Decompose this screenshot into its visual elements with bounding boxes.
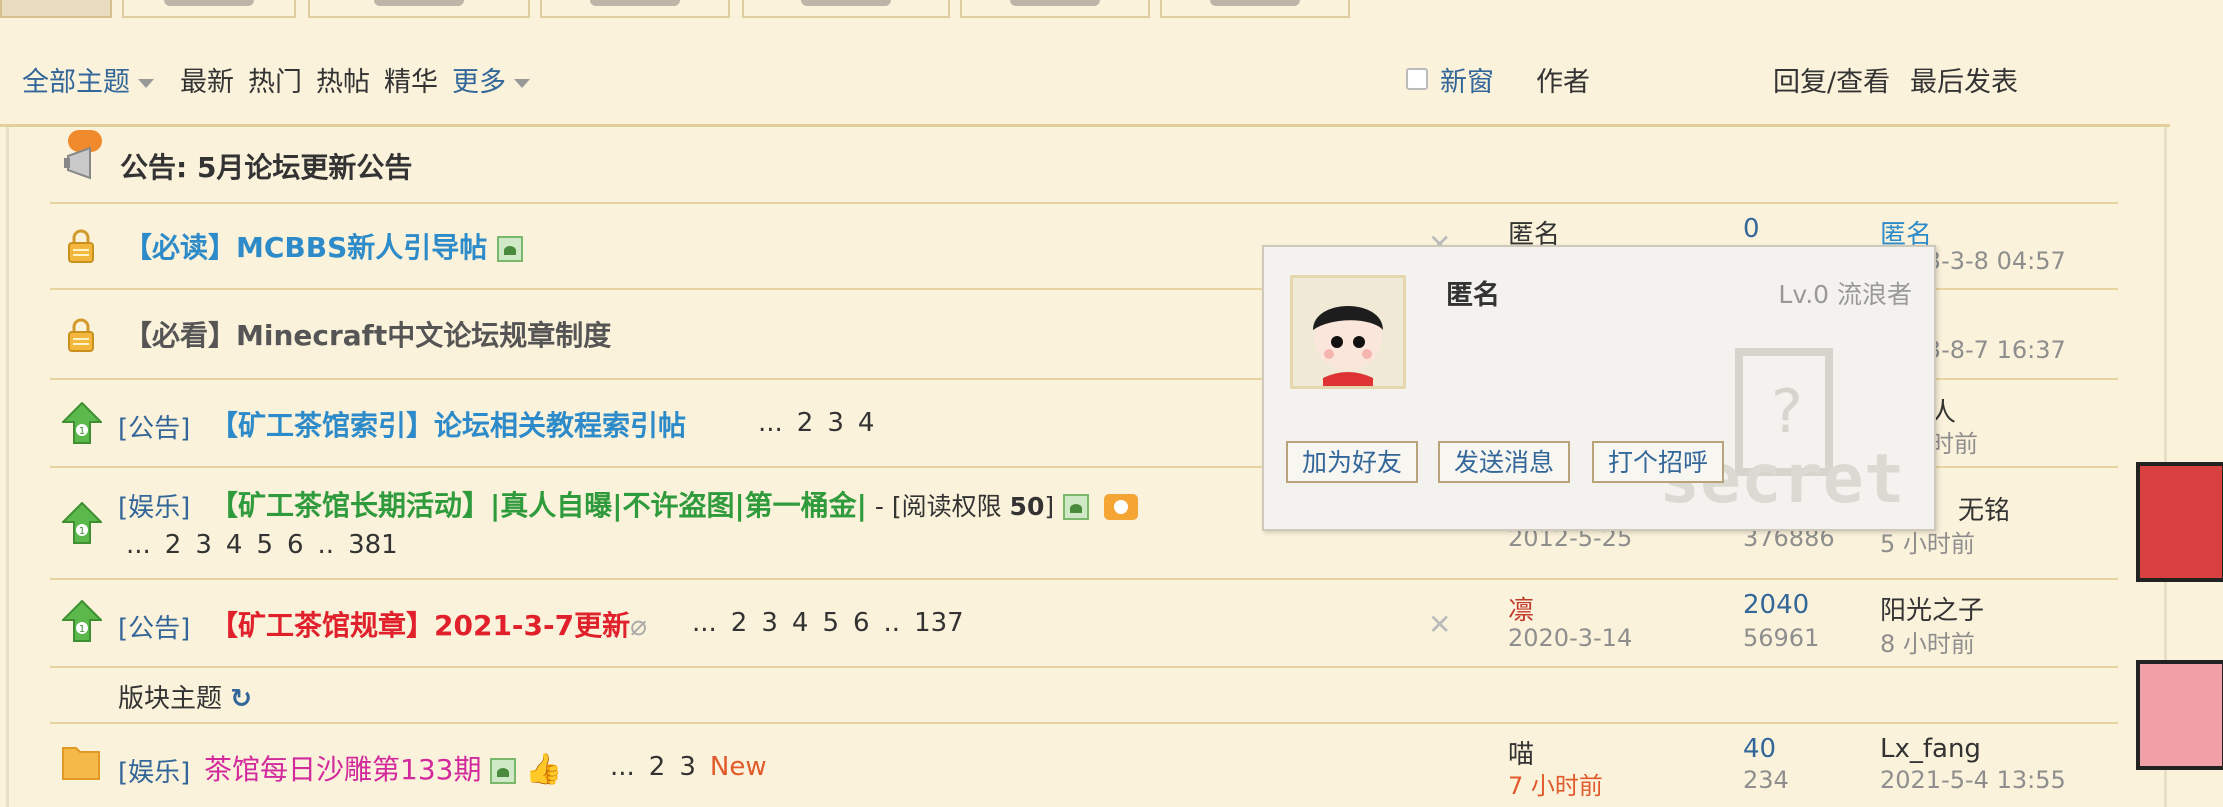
svg-text:?: ? [1771,377,1803,447]
image-attachment-icon [1063,494,1090,520]
new-window-label: 新窗 [1440,67,1494,98]
user-popup-card: ? secret 匿名 Lv.0 流浪者 加为好友 发送消息 打个招呼 [1262,245,1936,531]
thread-category[interactable]: [公告] [118,408,190,445]
thread-views: 56961 [1743,624,1820,652]
forum-tab[interactable] [0,0,112,18]
thread-views: 234 [1743,766,1789,794]
side-thumbnail[interactable] [2136,462,2223,582]
last-post-time[interactable]: 2021-5-4 13:55 [1880,766,2066,794]
megaphone-icon [64,130,102,180]
replies-views-header: 回复/查看 [1773,67,1891,98]
popup-username[interactable]: 匿名 [1446,273,1500,312]
svg-text:1: 1 [79,624,85,635]
thread-title-link[interactable]: 茶馆每日沙雕第133期 👍 [204,748,563,788]
last-post-user[interactable]: 阳光之子 [1880,590,1984,627]
thread-date: 7 小时前 [1508,772,1603,800]
last-post-user[interactable]: 无铭 [1958,490,2010,527]
list-border [6,127,9,807]
side-thumbnail[interactable] [2136,660,2223,770]
forum-tab[interactable] [308,0,530,18]
thread-category[interactable]: [娱乐] [118,487,190,524]
popup-user-level: Lv.0 流浪者 [1778,280,1912,309]
list-divider [0,124,2170,127]
thread-author[interactable]: 凛 [1508,590,1534,627]
forum-tab[interactable] [742,0,950,18]
forum-tab[interactable] [122,0,296,18]
thread-category[interactable]: [娱乐] [118,752,190,789]
svg-text:1: 1 [79,426,85,437]
last-post-user[interactable]: Lx_fang [1880,734,1981,764]
forum-tab[interactable] [1160,0,1350,18]
filter-digest[interactable]: 精华 [384,60,438,99]
avatar[interactable] [1290,275,1406,389]
chevron-down-icon [138,79,154,88]
thread-pagination[interactable]: ... 2 3 4 5 6.. 381 [126,530,412,560]
svg-text:1: 1 [79,526,85,537]
add-friend-button[interactable]: 加为好友 [1286,441,1419,483]
last-post-time[interactable]: 时前 [1930,424,1978,459]
folder-icon [62,747,100,780]
forum-tab[interactable] [960,0,1150,18]
secret-watermark: ? secret [1659,348,1905,519]
image-attachment-icon [497,236,524,262]
pin-up-icon: 1 [62,402,102,444]
close-icon[interactable]: ✕ [1428,608,1451,641]
author-header: 作者 [1536,67,1590,98]
filter-hot[interactable]: 热门 [248,60,302,99]
thread-pagination[interactable]: ... 2 3 4 5 6.. 137 [692,608,978,638]
filter-more[interactable]: 更多 [452,60,530,99]
announcement-label: 公告: [120,151,188,184]
lock-icon [68,229,94,263]
lock-icon [68,318,94,352]
send-message-button[interactable]: 发送消息 [1438,441,1571,483]
thread-replies: 40 [1743,734,1777,764]
refresh-icon[interactable]: ↻ [230,684,252,714]
thread-title-link[interactable]: 【矿工茶馆规章】2021-3-7更新⌀ [210,604,647,644]
thread-title-link[interactable]: 【矿工茶馆索引】论坛相关教程索引帖 [210,404,686,444]
paperclip-icon: ⌀ [630,609,647,642]
thread-pagination[interactable]: ... 2 3 New [610,752,781,782]
forum-tab[interactable] [540,0,730,18]
last-post-header: 最后发表 [1910,67,2018,98]
filter-all-topics-label: 全部主题 [22,67,130,98]
thread-replies: 2040 [1743,590,1810,620]
greet-button[interactable]: 打个招呼 [1592,441,1725,483]
new-badge: New [709,752,767,782]
thread-replies: 0 [1743,214,1760,244]
thread-title-link[interactable]: 【必读】MCBBS新人引导帖 [124,226,524,266]
new-window-checkbox[interactable] [1406,68,1428,90]
thread-title-link[interactable]: 【必看】Minecraft中文论坛规章制度 [124,314,611,354]
last-post-time[interactable]: 8 小时前 [1880,624,1975,659]
announcement[interactable]: 公告: 5月论坛更新公告 [120,146,412,186]
section-header: 版块主题 ↻ [118,684,253,714]
pin-up-icon: 1 [62,502,102,544]
thread-category[interactable]: [公告] [118,608,190,645]
filter-hot-posts[interactable]: 热帖 [316,60,370,99]
thread-date: 2020-3-14 [1508,624,1633,652]
announcement-title: 5月论坛更新公告 [196,151,413,184]
thread-pagination[interactable]: ... 2 3 4 [758,408,888,438]
pin-up-icon: 1 [62,600,102,642]
filter-more-label: 更多 [452,67,506,98]
filter-latest[interactable]: 最新 [180,60,234,99]
image-attachment-icon [490,758,517,784]
camera-icon [1103,494,1138,520]
thread-title-link[interactable]: 【矿工茶馆长期活动】|真人自曝|不许盗图|第一桶金| - [阅读权限 50] [210,484,1138,524]
chevron-down-icon [514,79,530,88]
thumbs-up-icon: 👍 [525,752,563,787]
filter-all-topics[interactable]: 全部主题 [22,60,154,99]
